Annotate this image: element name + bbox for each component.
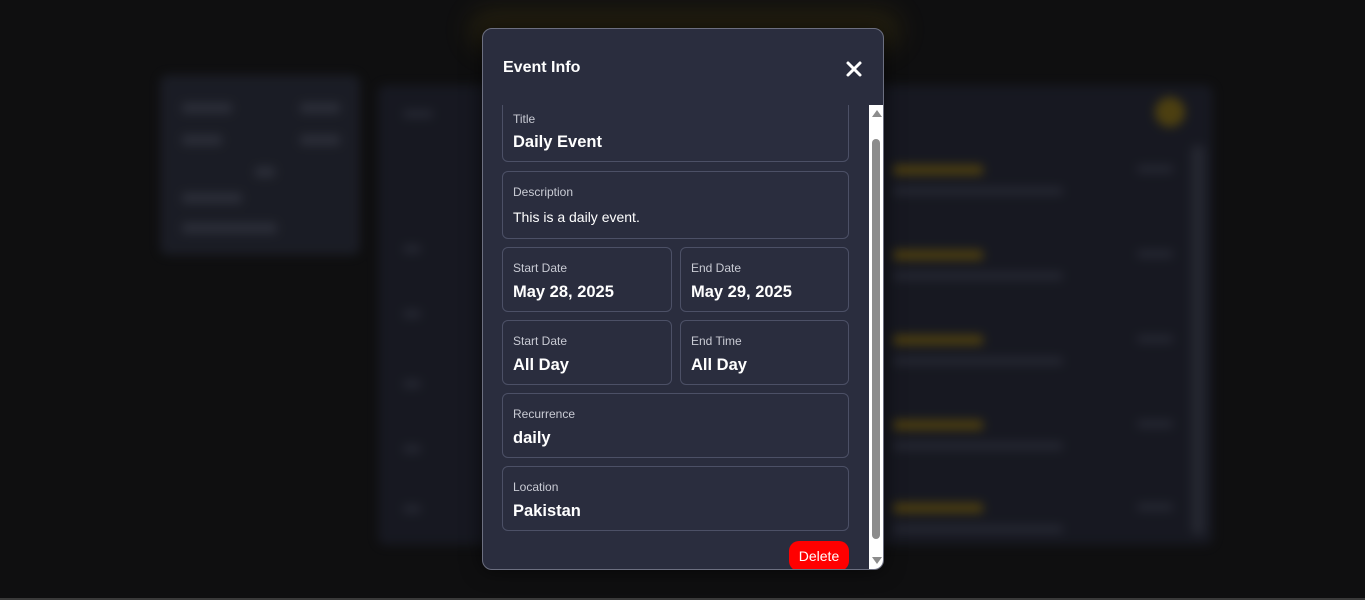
end-time-field: End Time All Day (680, 320, 849, 385)
modal-header: Event Info (483, 29, 883, 105)
title-label: Title (513, 112, 536, 126)
location-label: Location (513, 480, 559, 494)
scroll-down-arrow-icon[interactable] (872, 557, 882, 564)
scrollbar-thumb[interactable] (872, 139, 880, 539)
start-date-field: Start Date May 28, 2025 (502, 247, 672, 312)
description-field: Description This is a daily event. (502, 171, 849, 239)
start-time-label: Start Date (513, 334, 568, 348)
modal-scroll-area[interactable]: Title Daily Event Description This is a … (483, 105, 869, 569)
recurrence-field: Recurrence daily (502, 393, 849, 458)
background-avatar (1155, 97, 1185, 127)
event-info-modal: Event Info Title Daily Event Description… (482, 28, 884, 570)
background-sidebar-panel (160, 75, 360, 255)
end-time-value: All Day (691, 356, 747, 374)
recurrence-label: Recurrence (513, 407, 576, 421)
start-date-value: May 28, 2025 (513, 283, 614, 301)
scroll-up-arrow-icon[interactable] (872, 110, 882, 117)
end-date-value: May 29, 2025 (691, 283, 792, 301)
location-value: Pakistan (513, 502, 581, 520)
description-label: Description (513, 185, 574, 199)
end-time-label: End Time (691, 334, 742, 348)
description-value: This is a daily event. (513, 209, 640, 225)
end-date-label: End Date (691, 261, 742, 275)
modal-scrollbar[interactable] (869, 105, 883, 569)
close-button[interactable] (840, 55, 868, 83)
end-date-field: End Date May 29, 2025 (680, 247, 849, 312)
delete-button[interactable]: Delete (789, 541, 849, 569)
start-time-field: Start Date All Day (502, 320, 672, 385)
title-field: Title Daily Event (502, 105, 849, 162)
close-icon (846, 61, 862, 77)
start-time-value: All Day (513, 356, 569, 374)
start-date-label: Start Date (513, 261, 568, 275)
location-field: Location Pakistan (502, 466, 849, 531)
title-value: Daily Event (513, 133, 602, 151)
recurrence-value: daily (513, 429, 551, 447)
modal-title: Event Info (503, 59, 581, 76)
